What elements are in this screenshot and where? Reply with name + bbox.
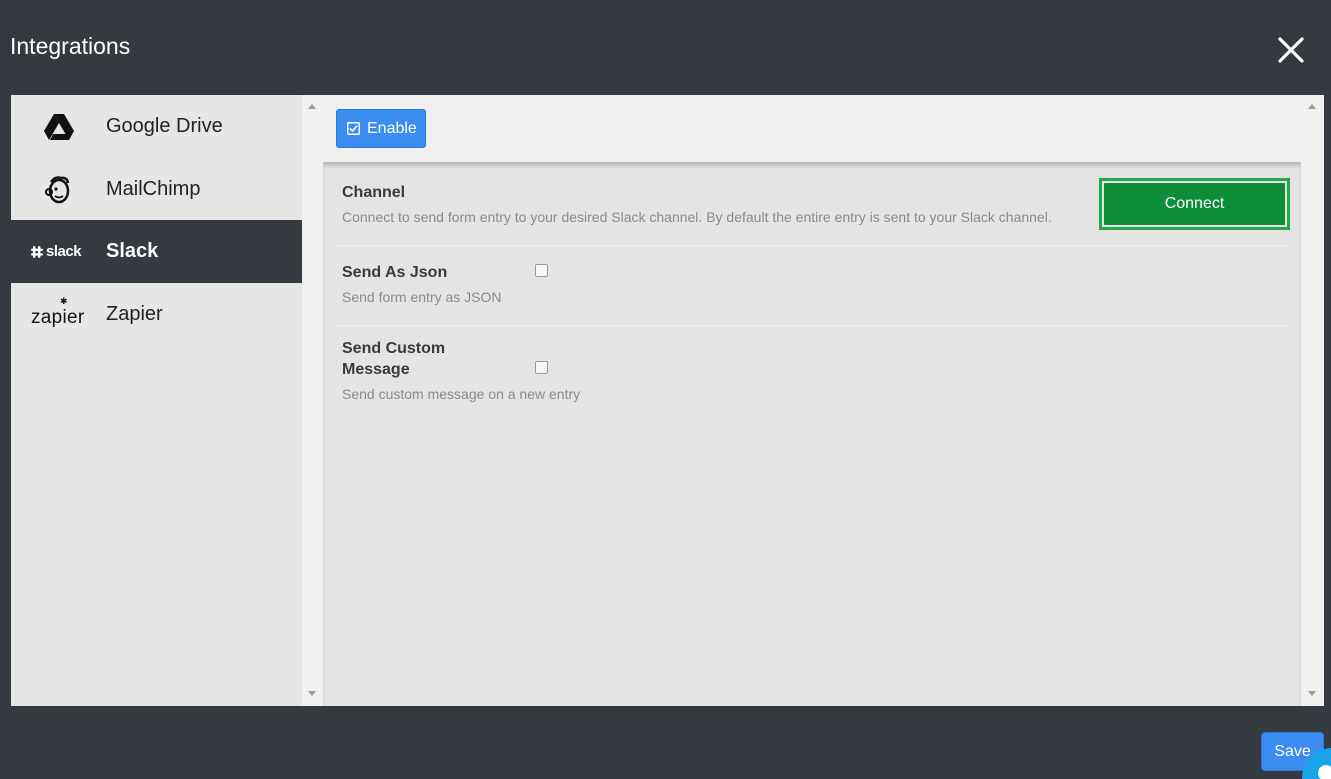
send-custom-message-checkbox[interactable]	[535, 361, 548, 374]
sidebar-item-label: Google Drive	[106, 115, 223, 137]
setting-description-channel: Connect to send form entry to your desir…	[342, 209, 1052, 225]
sidebar-item-mailchimp[interactable]: MailChimp	[11, 158, 302, 221]
zapier-asterisk-icon: ✱	[60, 295, 68, 306]
scroll-up-icon[interactable]	[1308, 104, 1316, 109]
integration-settings-area: Enable Channel Connect to send form entr…	[323, 95, 1301, 706]
slack-logo: slack	[31, 232, 91, 272]
scroll-down-icon[interactable]	[1308, 691, 1316, 696]
connect-button[interactable]: Connect	[1104, 183, 1285, 225]
setting-title-send-as-json: Send As Json	[342, 264, 448, 281]
setting-description-send-as-json: Send form entry as JSON	[342, 289, 502, 305]
setting-description-send-custom-message: Send custom message on a new entry	[342, 386, 581, 402]
sidebar-item-slack[interactable]: slack Slack	[11, 220, 302, 283]
zapier-logo-text: zapier	[31, 306, 85, 328]
modal-title: Integrations	[10, 33, 131, 59]
sidebar-item-label: Zapier	[106, 303, 163, 325]
close-button[interactable]	[1276, 35, 1306, 65]
sidebar-item-label: MailChimp	[106, 178, 201, 200]
chat-bubble-dot	[1318, 765, 1331, 779]
divider	[335, 325, 1287, 326]
send-as-json-checkbox[interactable]	[535, 264, 548, 277]
integrations-panel: Google Drive MailChimp slack Slack ✱ zap…	[11, 95, 1324, 706]
enable-button[interactable]: Enable	[336, 109, 426, 148]
sidebar-item-zapier[interactable]: ✱ zapier Zapier	[11, 283, 302, 346]
checkbox-checked-icon	[347, 122, 360, 135]
content-scrollbar[interactable]	[1301, 95, 1324, 706]
divider	[335, 245, 1287, 246]
google-drive-icon	[29, 107, 89, 147]
setting-title-send-custom-message: Send Custom Message	[342, 340, 446, 378]
integrations-sidebar: Google Drive MailChimp slack Slack ✱ zap…	[11, 95, 302, 706]
settings-list: Channel Connect to send form entry to yo…	[323, 162, 1301, 706]
sidebar-scrollbar[interactable]	[302, 95, 322, 706]
connect-button-highlight: Connect	[1099, 178, 1290, 230]
close-icon	[1278, 37, 1304, 63]
sidebar-item-google-drive[interactable]: Google Drive	[11, 95, 302, 158]
enable-button-label: Enable	[367, 119, 417, 137]
setting-title-channel: Channel	[342, 184, 406, 201]
zapier-logo: ✱ zapier	[31, 295, 89, 335]
slack-logo-text: slack	[46, 243, 82, 260]
mailchimp-icon	[29, 170, 89, 210]
scroll-up-icon[interactable]	[308, 104, 316, 109]
scroll-down-icon[interactable]	[308, 691, 316, 696]
sidebar-item-label: Slack	[106, 240, 159, 262]
